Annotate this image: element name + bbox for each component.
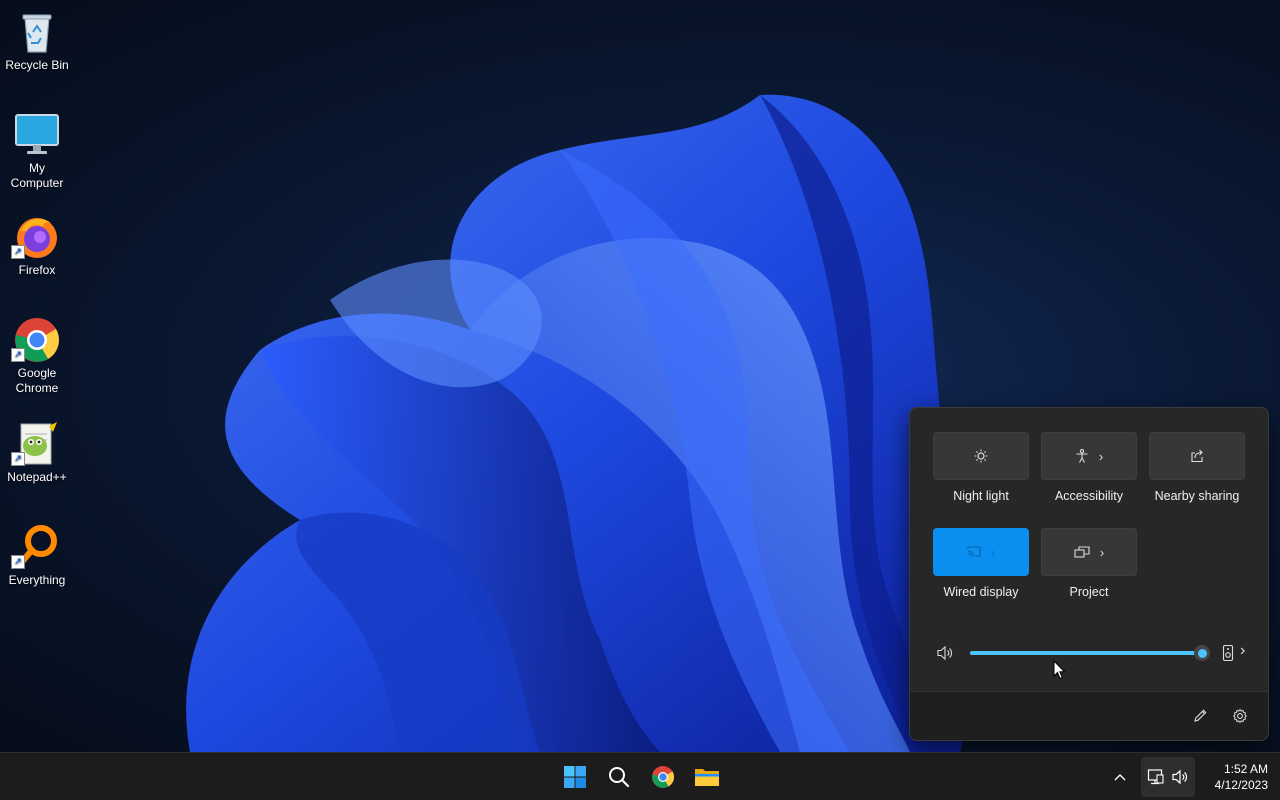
desktop-icon-label: Notepad++ <box>7 470 67 484</box>
desktop-icon-recycle-bin[interactable]: Recycle Bin <box>2 8 72 73</box>
desktop-icon-label: Google Chrome <box>15 366 59 395</box>
quick-settings-panel: Night light › Accessibility Nearby shari… <box>909 407 1269 741</box>
volume-slider-thumb[interactable] <box>1194 645 1210 661</box>
cast-icon <box>967 546 981 557</box>
desktop-icon-my-computer[interactable]: My Computer <box>2 111 72 191</box>
nearby-sharing-label: Nearby sharing <box>1154 489 1240 503</box>
chevron-right-icon[interactable]: › <box>1099 449 1103 464</box>
quick-settings-footer <box>910 691 1268 740</box>
wired-display-toggle[interactable]: › <box>933 528 1029 576</box>
desktop-icon-notepadpp[interactable]: ↗ Notepad++ <box>2 420 72 485</box>
firefox-icon: ↗ <box>11 213 61 261</box>
audio-output-icon[interactable] <box>1222 644 1234 667</box>
nearby-sharing-toggle[interactable] <box>1149 432 1245 480</box>
search-icon <box>609 767 630 788</box>
start-icon <box>564 766 586 788</box>
desktop-icon-firefox[interactable]: ↗ Firefox <box>2 213 72 278</box>
project-toggle[interactable]: › <box>1041 528 1137 576</box>
wired-display-label: Wired display <box>943 585 1019 599</box>
chevron-up-icon <box>1114 774 1126 781</box>
tray-network-volume-button[interactable] <box>1141 757 1195 797</box>
pencil-icon[interactable] <box>1192 708 1208 729</box>
volume-slider[interactable] <box>970 645 1210 661</box>
volume-row: › <box>910 638 1268 668</box>
taskbar-clock[interactable]: 1:52 AM 4/12/2023 <box>1198 761 1268 793</box>
gear-icon[interactable] <box>1232 708 1248 729</box>
magnifier-icon: ↗ <box>11 523 61 571</box>
desktop-icon-chrome[interactable]: ↗ Google Chrome <box>2 316 72 396</box>
clock-date: 4/12/2023 <box>1214 778 1268 792</box>
accessibility-label: Accessibility <box>1054 489 1124 503</box>
shortcut-arrow-icon: ↗ <box>11 555 25 569</box>
project-label: Project <box>1069 585 1109 599</box>
show-hidden-icons-button[interactable] <box>1113 765 1127 792</box>
accessibility-icon <box>1076 449 1088 463</box>
accessibility-toggle[interactable]: › <box>1041 432 1137 480</box>
desktop-icon-label: Firefox <box>18 263 56 277</box>
project-icon <box>1074 546 1090 558</box>
night-light-icon <box>974 449 988 463</box>
desktop-icon-everything[interactable]: ↗ Everything <box>2 523 72 588</box>
chevron-right-icon[interactable]: › <box>1100 545 1104 560</box>
chrome-icon <box>652 766 674 788</box>
volume-slider-fill <box>970 651 1202 655</box>
desktop-icon-label: Recycle Bin <box>5 58 69 72</box>
notepadpp-icon: ↗ <box>11 420 61 468</box>
desktop-icon-label: Everything <box>8 573 66 587</box>
chevron-right-icon[interactable]: › <box>1240 642 1245 660</box>
night-light-toggle[interactable] <box>933 432 1029 480</box>
taskbar: 1:52 AM 4/12/2023 <box>0 752 1280 800</box>
nearby-sharing-icon <box>1191 449 1203 463</box>
recycle-bin-icon <box>13 8 61 56</box>
shortcut-arrow-icon: ↗ <box>11 452 25 466</box>
shortcut-arrow-icon: ↗ <box>11 245 25 259</box>
taskbar-chrome-button[interactable] <box>643 757 683 797</box>
file-explorer-icon <box>695 769 719 786</box>
clock-time: 1:52 AM <box>1223 762 1268 776</box>
search-button[interactable] <box>599 757 639 797</box>
start-button[interactable] <box>555 757 595 797</box>
shortcut-arrow-icon: ↗ <box>11 348 25 362</box>
speaker-icon[interactable] <box>936 644 954 667</box>
mouse-cursor-icon <box>1053 659 1067 685</box>
desktop-icon-label: My Computer <box>10 161 64 190</box>
chevron-right-icon[interactable]: › <box>991 545 995 560</box>
taskbar-file-explorer-button[interactable] <box>687 757 727 797</box>
night-light-label: Night light <box>953 489 1009 503</box>
chrome-icon: ↗ <box>11 316 61 364</box>
network-wired-icon <box>1147 769 1164 785</box>
volume-icon <box>1172 769 1188 785</box>
monitor-icon <box>13 111 61 159</box>
